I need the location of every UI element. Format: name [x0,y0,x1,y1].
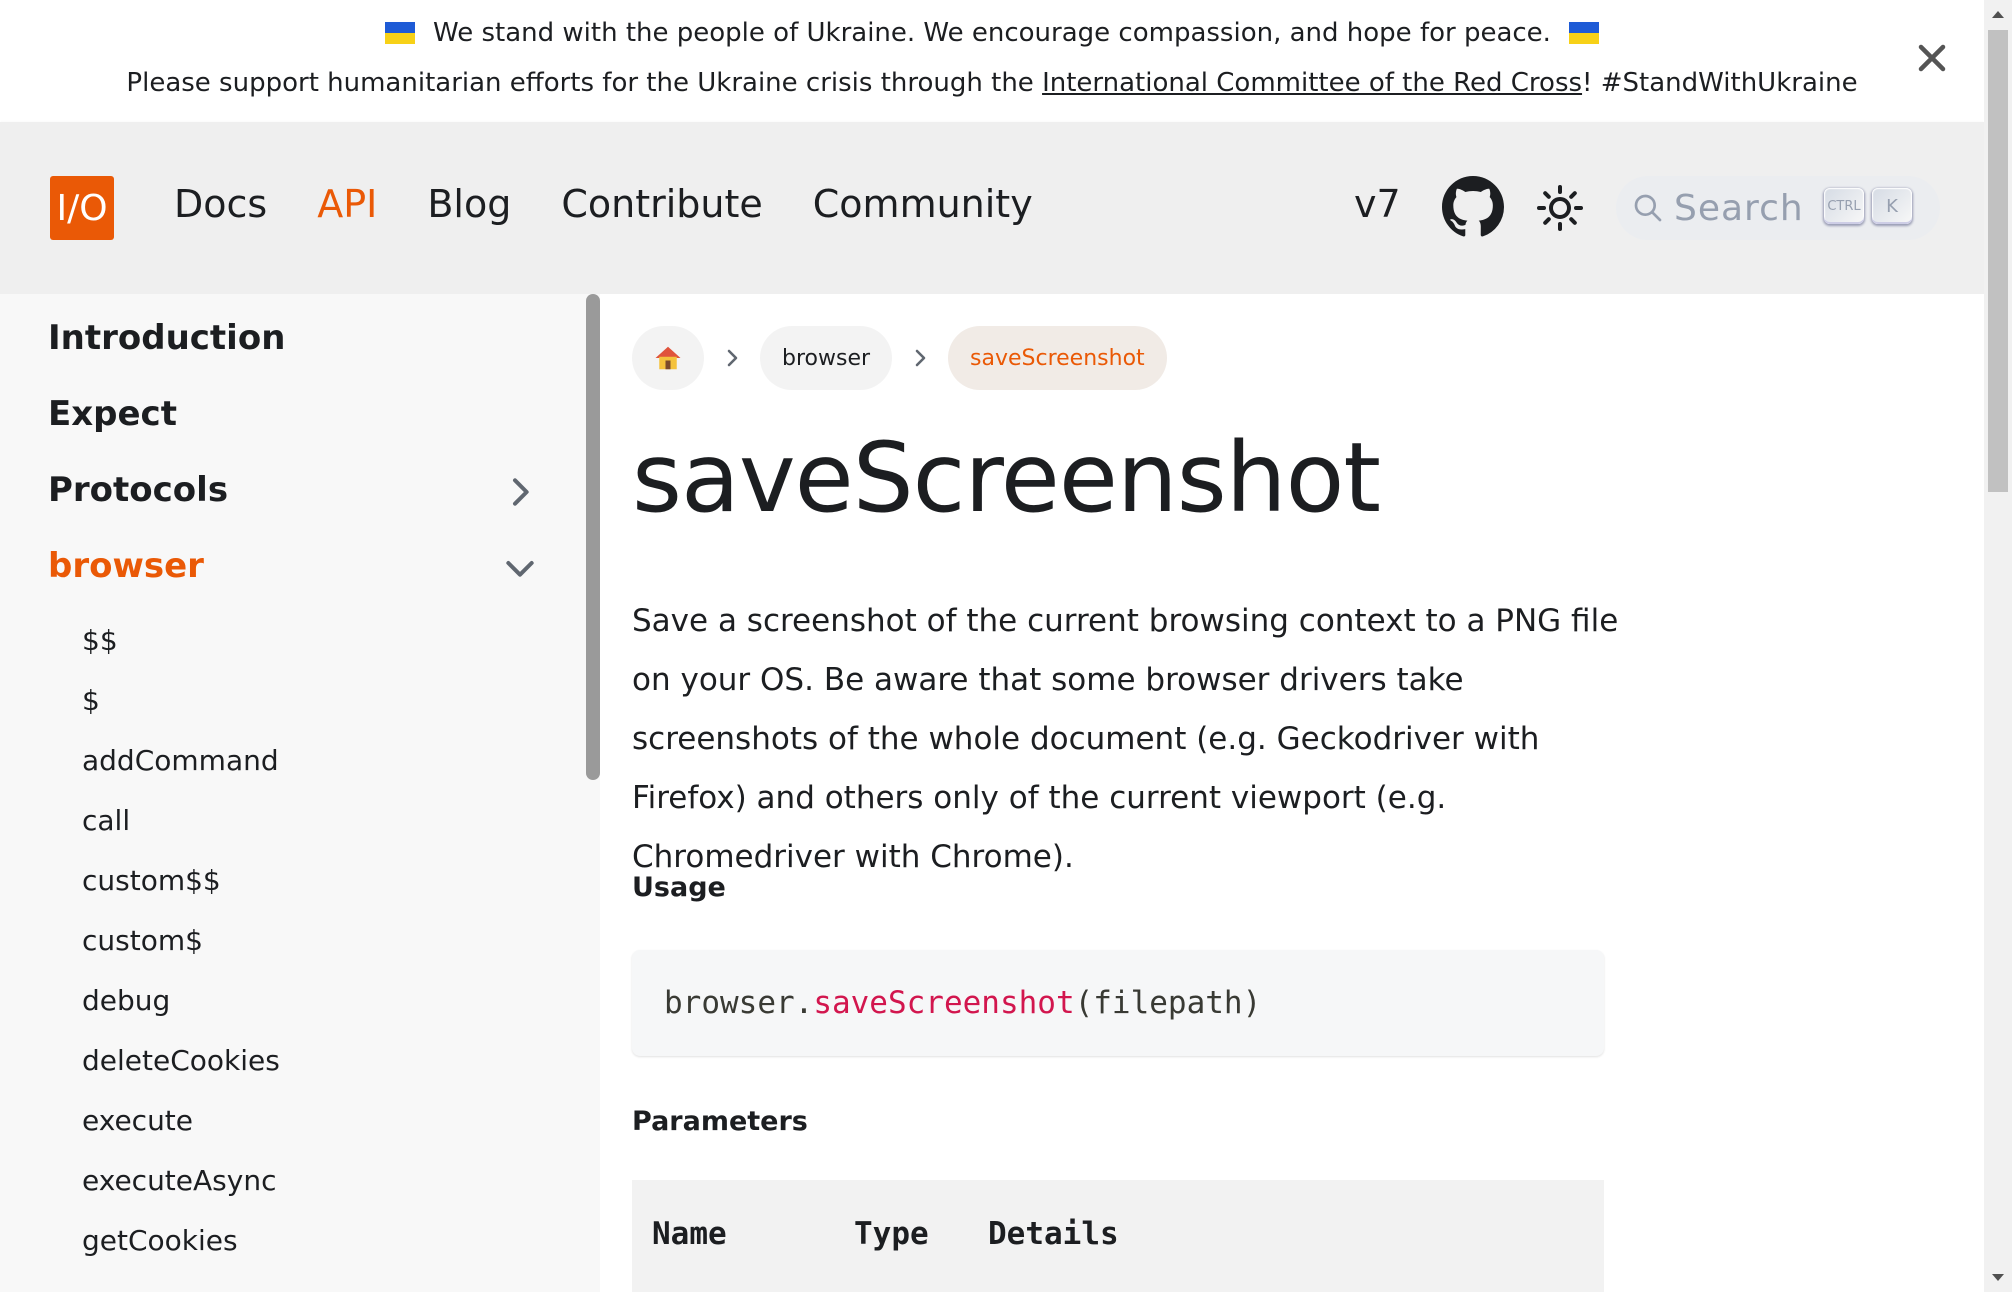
nav-docs[interactable]: Docs [174,182,267,226]
sidebar-item-introduction[interactable]: Introduction [48,318,285,358]
search-button[interactable]: Search CTRL K [1616,176,1940,240]
sidebar-sub-item[interactable]: deleteCookies [82,1044,280,1077]
k-key-hint: K [1872,188,1912,224]
page-scrollbar-thumb[interactable] [1988,30,2008,492]
triangle-down-icon [1992,1274,2004,1281]
chevron-down-icon[interactable] [500,548,540,588]
sidebar-sub-item[interactable]: $ [82,684,100,717]
breadcrumb-browser[interactable]: browser [760,326,893,390]
scroll-up-arrow[interactable] [1988,4,2008,24]
code-args: (filepath) [1074,985,1262,1021]
top-navbar: I/O Docs API Blog Contribute Community v… [0,122,1984,294]
sidebar-scrollbar[interactable] [586,294,600,780]
page-description: Save a screenshot of the current browsin… [632,603,1619,875]
sidebar-sub-item[interactable]: custom$$ [82,864,221,897]
banner-line-2: Please support humanitarian efforts for … [0,68,1984,98]
code-object: browser. [664,985,814,1021]
sun-icon[interactable] [1536,184,1584,232]
version-dropdown[interactable]: v7 [1354,182,1401,226]
ctrl-key-hint: CTRL [1824,188,1864,224]
ukraine-flag-icon [385,22,416,44]
red-cross-link[interactable]: International Committee of the Red Cross [1042,68,1582,98]
breadcrumb-separator [892,346,948,370]
column-header-name: Name [652,1216,727,1252]
column-header-details: Details [988,1216,1119,1252]
banner-hashtag-text: ! #StandWithUkraine [1582,68,1858,98]
main-content: browser saveScreenshot saveScreenshot Sa… [600,294,1984,1292]
docs-sidebar: Introduction Expect Protocols browser $$… [0,294,600,1292]
search-icon [1634,194,1662,222]
usage-code-block: browser. saveScreenshot (filepath) [632,950,1604,1056]
chevron-right-icon [727,349,738,367]
sidebar-sub-item[interactable]: getCookies [82,1224,238,1257]
banner-line-1: We stand with the people of Ukraine. We … [0,18,1984,48]
github-icon[interactable] [1442,176,1504,238]
search-placeholder: Search [1674,187,1804,229]
sidebar-sub-item[interactable]: addCommand [82,744,279,777]
nav-contribute[interactable]: Contribute [561,182,762,226]
page-title: saveScreenshot [632,422,1381,534]
sidebar-sub-item[interactable]: execute [82,1104,193,1137]
announcement-banner: We stand with the people of Ukraine. We … [0,0,1984,122]
nav-api[interactable]: API [317,182,377,226]
sidebar-item-protocols[interactable]: Protocols [48,470,228,510]
parameters-table-header: Name Type Details [632,1180,1604,1292]
code-function: saveScreenshot [813,985,1075,1021]
breadcrumb-current: saveScreenshot [948,326,1167,390]
close-icon [1918,44,1946,72]
chevron-right-icon [915,349,926,367]
sidebar-item-expect[interactable]: Expect [48,394,177,434]
sidebar-sub-item[interactable]: executeAsync [82,1164,276,1197]
banner-message: We stand with the people of Ukraine. We … [433,18,1551,48]
breadcrumb: browser saveScreenshot [632,326,1167,390]
parameters-heading: Parameters [632,1106,808,1137]
usage-heading: Usage [632,872,726,903]
sidebar-sub-item[interactable]: custom$ [82,924,203,957]
sidebar-sub-item[interactable]: call [82,804,130,837]
home-icon [655,346,681,370]
ukraine-flag-icon [1568,22,1599,44]
chevron-right-icon[interactable] [500,472,540,512]
sidebar-item-browser[interactable]: browser [48,546,204,586]
triangle-up-icon [1992,11,2004,18]
webdriverio-logo[interactable]: I/O [50,176,114,240]
breadcrumb-separator [704,346,760,370]
nav-community[interactable]: Community [813,182,1033,226]
nav-blog[interactable]: Blog [427,182,511,226]
close-banner-button[interactable] [1912,38,1952,78]
sidebar-sub-item[interactable]: debug [82,984,170,1017]
scroll-down-arrow[interactable] [1988,1268,2008,1288]
column-header-type: Type [854,1216,929,1252]
nav-links: Docs API Blog Contribute Community [174,182,1033,226]
sidebar-sub-item[interactable]: $$ [82,624,118,657]
banner-support-text: Please support humanitarian efforts for … [126,68,1043,98]
breadcrumb-home[interactable] [632,326,704,390]
